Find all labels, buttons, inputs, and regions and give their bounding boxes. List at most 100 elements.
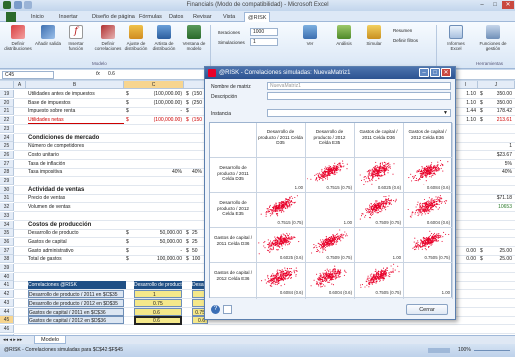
row-header[interactable]: 41	[0, 281, 14, 290]
row-header[interactable]: 35	[0, 229, 14, 238]
currency-symbol[interactable]: $	[126, 90, 134, 98]
value-j[interactable]: 350.00	[486, 90, 512, 98]
sheet-tab-modelo[interactable]: Modelo	[34, 336, 67, 344]
row-label[interactable]: Tasa impositiva	[28, 168, 124, 176]
currency-symbol[interactable]: $	[126, 255, 134, 263]
dialog-minimize-button[interactable]: –	[419, 68, 429, 77]
row-header[interactable]: 28	[0, 168, 14, 177]
value-i[interactable]	[456, 151, 476, 159]
management-button[interactable]: Funciones de gestión	[476, 25, 510, 59]
value-2011[interactable]: 50,000.00	[134, 229, 182, 237]
select-all-corner[interactable]	[0, 81, 14, 89]
view-buttons[interactable]	[428, 348, 450, 353]
value-j[interactable]: 10653	[486, 203, 512, 211]
excel-reports-button[interactable]: Informes Excel	[442, 25, 470, 59]
value-j[interactable]: 1	[486, 142, 512, 150]
row-header[interactable]: 38	[0, 255, 14, 264]
scatter-plot[interactable]	[356, 158, 401, 185]
value-j[interactable]: 5%	[486, 160, 512, 168]
name-box[interactable]: C45	[2, 71, 54, 79]
value-2011[interactable]: (100,000.00)	[134, 116, 182, 124]
close-button[interactable]: Cerrar	[406, 304, 448, 315]
currency-symbol[interactable]: $	[126, 99, 134, 107]
row-label[interactable]: Costos de producción	[28, 221, 124, 229]
dialog-title-bar[interactable]: @RISK - Correlaciones simuladas: NuevaMa…	[205, 67, 455, 79]
column-header[interactable]: B	[26, 81, 124, 89]
value-2011[interactable]	[134, 221, 182, 229]
column-header[interactable]: J	[478, 81, 515, 89]
row-label[interactable]	[28, 177, 124, 185]
row-label[interactable]: Utilidades antes de impuestos	[28, 90, 124, 98]
tab-risk[interactable]: @RISK	[244, 12, 271, 22]
row-header[interactable]: 33	[0, 211, 14, 220]
row-header[interactable]: 22	[0, 116, 14, 125]
row-header[interactable]: 42	[0, 290, 14, 299]
sheet-nav-arrows[interactable]: ◂◂ ◂ ▸ ▸▸	[3, 337, 22, 343]
row-header[interactable]: 20	[0, 98, 14, 107]
value-i[interactable]: 0.00	[456, 247, 476, 255]
row-header[interactable]: 23	[0, 124, 14, 133]
scatter-plot[interactable]	[356, 193, 401, 220]
currency-symbol[interactable]: $	[126, 229, 134, 237]
scatter-plot[interactable]	[258, 263, 303, 290]
tab-vista[interactable]: Vista	[220, 12, 238, 22]
zoom-slider[interactable]	[474, 350, 510, 351]
scatter-plot[interactable]	[307, 158, 352, 185]
selected-cell[interactable]	[134, 316, 182, 326]
column-header[interactable]: A	[14, 81, 26, 89]
value-2011[interactable]	[134, 264, 182, 272]
value-i[interactable]: 0.00	[456, 255, 476, 263]
row-header[interactable]: 32	[0, 203, 14, 212]
value-j[interactable]: 40%	[486, 168, 512, 176]
view-button[interactable]: Ver	[296, 25, 324, 59]
scatter-plot[interactable]	[258, 193, 303, 220]
value-i[interactable]: 1.10	[456, 99, 476, 107]
add-output-button[interactable]: Añadir salida	[34, 25, 62, 59]
value-j[interactable]: 25.00	[486, 255, 512, 263]
value-2011[interactable]	[134, 160, 182, 168]
row-header[interactable]: 34	[0, 220, 14, 229]
description-input[interactable]	[267, 92, 451, 100]
model-window-button[interactable]: Ventana de modelo	[180, 25, 208, 59]
row-header[interactable]: 21	[0, 107, 14, 116]
row-label[interactable]: Desarrollo de producto	[28, 229, 124, 237]
value-2011[interactable]	[134, 325, 182, 333]
value-i[interactable]	[456, 194, 476, 202]
row-label[interactable]: Gastos de capital / 2011 en $C$36	[28, 307, 124, 316]
column-header[interactable]: I	[454, 81, 478, 89]
scatter-plot[interactable]	[307, 263, 352, 290]
value-2011[interactable]	[134, 212, 182, 220]
dialog-maximize-button[interactable]: □	[430, 68, 440, 77]
row-header[interactable]: 44	[0, 307, 14, 316]
value-2011[interactable]: 100,000.00	[134, 255, 182, 263]
row-header[interactable]: 39	[0, 264, 14, 272]
row-header[interactable]: 43	[0, 298, 14, 307]
value-2011[interactable]	[134, 273, 182, 281]
matrix-name-input[interactable]: NuevaMatriz1	[267, 82, 451, 90]
tab-revisar[interactable]: Revisar	[190, 12, 215, 22]
value-2011[interactable]	[134, 151, 182, 159]
row-label[interactable]: Total de gastos	[28, 255, 124, 263]
tab-formulas[interactable]: Fórmulas	[136, 12, 165, 22]
tab-diseno-pagina[interactable]: Diseño de página	[89, 12, 138, 22]
row-label[interactable]	[28, 125, 124, 133]
value-2011[interactable]: -	[134, 247, 182, 255]
value-i[interactable]	[456, 160, 476, 168]
row-header[interactable]: 24	[0, 133, 14, 142]
row-header[interactable]: 31	[0, 194, 14, 203]
row-label[interactable]: Utilidades netas	[28, 116, 124, 125]
row-label[interactable]: Costo unitario	[28, 151, 124, 159]
row-header[interactable]: 36	[0, 237, 14, 246]
help-icon[interactable]: ?	[211, 305, 220, 314]
row-header[interactable]: 29	[0, 177, 14, 185]
row-label[interactable]	[28, 264, 124, 272]
row-label[interactable]: Correlaciones @RISK	[28, 281, 126, 290]
row-label[interactable]: Actividad de ventas	[28, 186, 124, 194]
iterations-input[interactable]: 1000	[250, 28, 278, 36]
value-i[interactable]: 1.10	[456, 90, 476, 98]
scatter-plot[interactable]	[405, 158, 450, 185]
row-label[interactable]: Volumen de ventas	[28, 203, 124, 211]
value-2011[interactable]: 40%	[134, 168, 182, 176]
value-j[interactable]: $71.18	[486, 194, 512, 202]
value-2011[interactable]: 0.75	[134, 298, 182, 307]
